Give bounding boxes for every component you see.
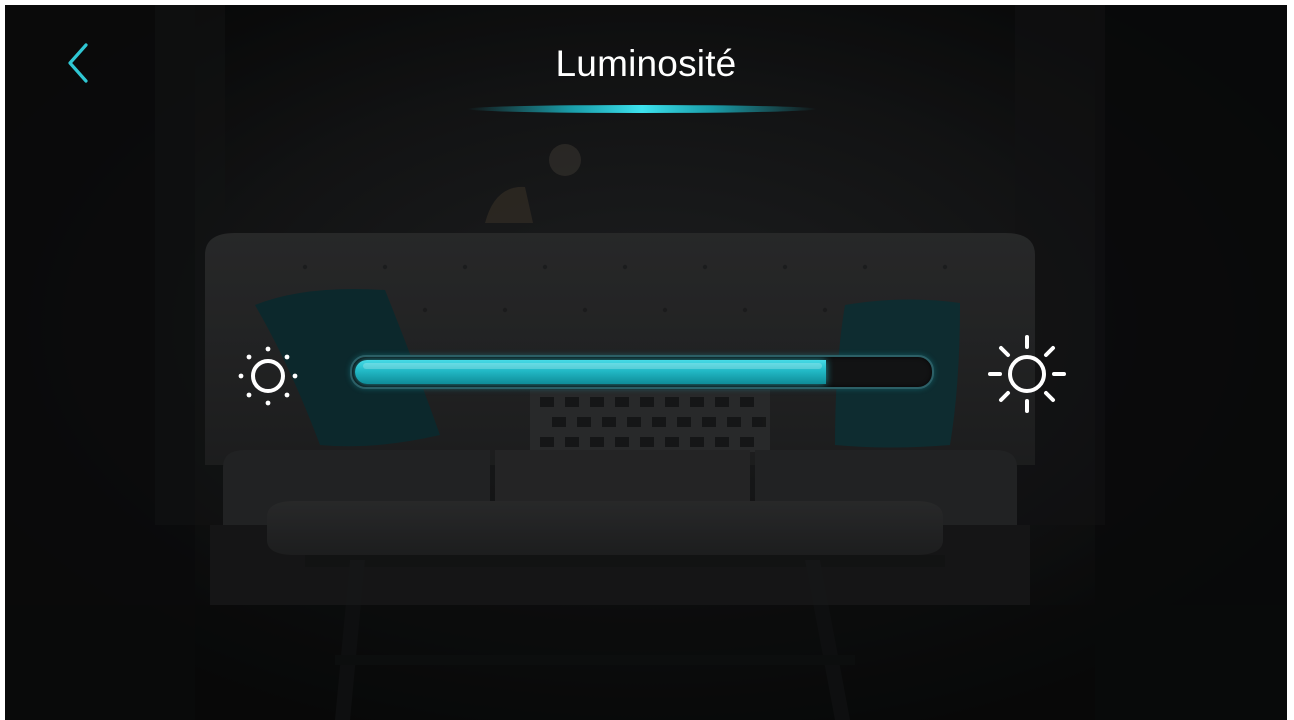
sun-dim-icon xyxy=(238,346,298,406)
brightness-slider-fill xyxy=(355,360,826,384)
brightness-increase-button[interactable] xyxy=(984,331,1070,417)
brightness-decrease-button[interactable] xyxy=(235,343,301,409)
brightness-screen: Luminosité xyxy=(5,5,1287,720)
sun-bright-icon xyxy=(988,335,1066,413)
page-title: Luminosité xyxy=(555,43,737,84)
title-underline xyxy=(467,105,817,113)
brightness-slider[interactable] xyxy=(350,355,934,389)
